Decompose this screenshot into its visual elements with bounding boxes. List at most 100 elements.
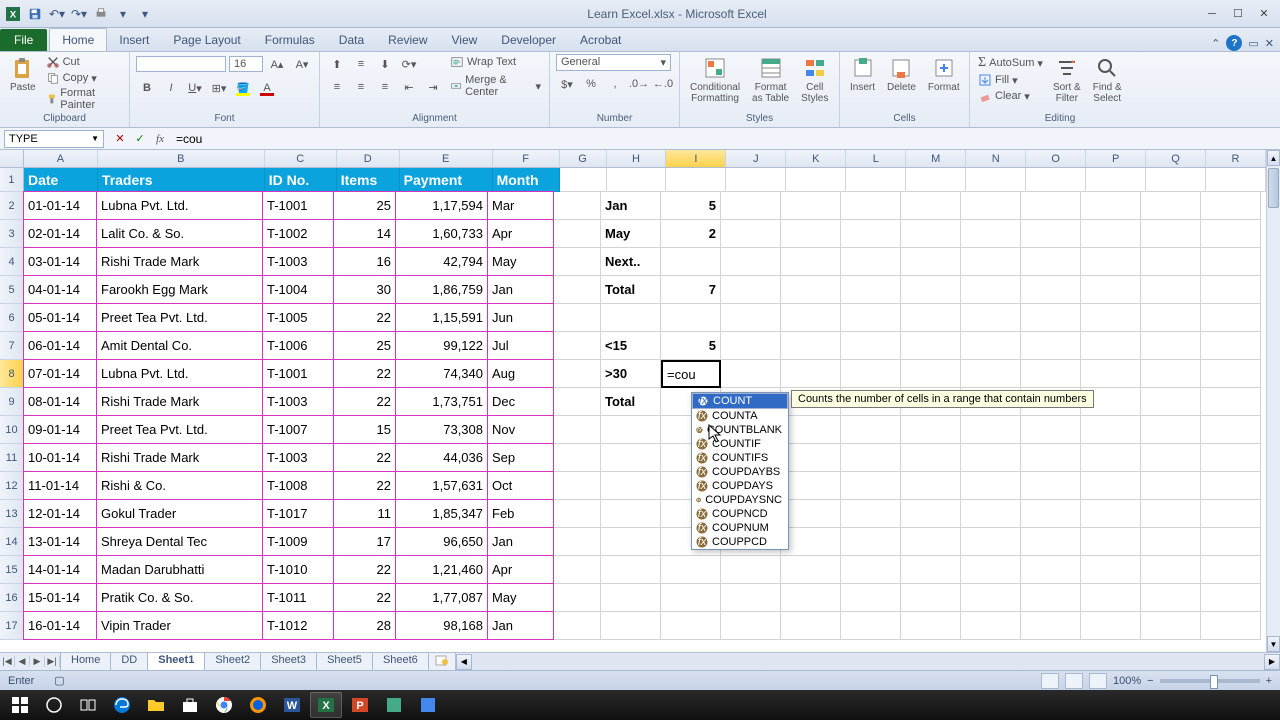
sheet-tab[interactable]: Sheet3 — [260, 653, 317, 671]
data-cell[interactable]: T-1001 — [262, 191, 334, 220]
cell[interactable] — [781, 192, 841, 220]
autocomplete-item[interactable]: fxCOUNTIF — [692, 437, 788, 451]
cell[interactable] — [781, 472, 841, 500]
column-header-E[interactable]: E — [400, 150, 493, 167]
delete-cells-button[interactable]: Delete — [883, 54, 920, 95]
cell[interactable] — [1201, 444, 1261, 472]
cell[interactable] — [1021, 276, 1081, 304]
row-header[interactable]: 17 — [0, 612, 24, 640]
wrap-text-button[interactable]: Wrap Text — [448, 54, 543, 70]
worksheet-grid[interactable]: ABCDEFGHIJKLMNOPQR 1DateTradersID No.Ite… — [0, 150, 1280, 652]
cell[interactable] — [554, 528, 601, 556]
store-icon[interactable] — [174, 692, 206, 718]
cell[interactable] — [781, 444, 841, 472]
data-cell[interactable]: 25 — [333, 191, 396, 220]
data-cell[interactable]: T-1003 — [262, 247, 334, 276]
row-header[interactable]: 1 — [0, 168, 24, 192]
cell[interactable] — [1081, 332, 1141, 360]
clear-button[interactable]: Clear ▾ — [976, 88, 1045, 104]
cell[interactable] — [1141, 388, 1201, 416]
cell[interactable] — [841, 332, 901, 360]
cell[interactable] — [786, 168, 846, 192]
cell[interactable] — [1086, 168, 1146, 192]
cell[interactable] — [1141, 556, 1201, 584]
row-header[interactable]: 12 — [0, 472, 24, 500]
data-cell[interactable]: Shreya Dental Tec — [96, 527, 263, 556]
cell[interactable] — [1201, 500, 1261, 528]
cell[interactable] — [1201, 360, 1261, 388]
cell[interactable] — [966, 168, 1026, 192]
cell[interactable] — [1201, 556, 1261, 584]
cell[interactable] — [1021, 584, 1081, 612]
cell[interactable] — [961, 528, 1021, 556]
normal-view-button[interactable] — [1041, 673, 1059, 689]
data-cell[interactable]: T-1017 — [262, 499, 334, 528]
data-cell[interactable]: 1,60,733 — [395, 219, 488, 248]
undo-icon[interactable]: ↶▾ — [48, 5, 66, 23]
row-header[interactable]: 15 — [0, 556, 24, 584]
cell[interactable] — [721, 360, 781, 388]
cell[interactable] — [721, 220, 781, 248]
row-header[interactable]: 6 — [0, 304, 24, 332]
app-icon-2[interactable] — [412, 692, 444, 718]
cell[interactable] — [1081, 556, 1141, 584]
cancel-formula-icon[interactable]: ✕ — [112, 131, 128, 147]
cell[interactable] — [661, 556, 721, 584]
cell[interactable] — [721, 304, 781, 332]
cell[interactable] — [601, 444, 661, 472]
cell[interactable] — [721, 584, 781, 612]
column-header-R[interactable]: R — [1206, 150, 1266, 167]
autocomplete-item[interactable]: fxCOUPDAYS — [692, 479, 788, 493]
cell[interactable] — [901, 332, 961, 360]
column-header-G[interactable]: G — [560, 150, 607, 167]
autosum-button[interactable]: ΣAutoSum ▾ — [976, 54, 1045, 72]
table-header[interactable]: Items — [337, 168, 400, 192]
data-cell[interactable]: 1,15,591 — [395, 303, 488, 332]
merge-center-button[interactable]: Merge & Center ▾ — [448, 73, 543, 99]
cell[interactable] — [961, 360, 1021, 388]
decrease-indent-icon[interactable]: ⇤ — [398, 77, 420, 97]
review-tab[interactable]: Review — [376, 29, 439, 51]
data-cell[interactable]: May — [487, 583, 554, 612]
row-header[interactable]: 11 — [0, 444, 24, 472]
data-cell[interactable]: 05-01-14 — [23, 303, 97, 332]
data-cell[interactable]: 1,85,347 — [395, 499, 488, 528]
data-cell[interactable]: Jan — [487, 527, 554, 556]
data-cell[interactable]: Oct — [487, 471, 554, 500]
data-cell[interactable]: Rishi & Co. — [96, 471, 263, 500]
data-cell[interactable]: Lalit Co. & So. — [96, 219, 263, 248]
data-cell[interactable]: 22 — [333, 387, 396, 416]
cell[interactable] — [901, 192, 961, 220]
cell[interactable] — [554, 332, 601, 360]
cell[interactable] — [554, 304, 601, 332]
cell[interactable] — [1141, 416, 1201, 444]
data-cell[interactable]: 17 — [333, 527, 396, 556]
data-cell[interactable]: 13-01-14 — [23, 527, 97, 556]
cell[interactable] — [781, 612, 841, 640]
cell[interactable] — [1081, 528, 1141, 556]
cell[interactable] — [901, 276, 961, 304]
data-cell[interactable]: 22 — [333, 471, 396, 500]
cell[interactable] — [1021, 416, 1081, 444]
data-cell[interactable]: 22 — [333, 359, 396, 388]
cell[interactable] — [841, 500, 901, 528]
qat-customize-icon[interactable]: ▾ — [136, 5, 154, 23]
cell[interactable] — [554, 388, 601, 416]
side-label[interactable]: May — [601, 220, 661, 248]
cell[interactable] — [1081, 444, 1141, 472]
column-header-M[interactable]: M — [906, 150, 966, 167]
cell[interactable] — [781, 500, 841, 528]
increase-font-icon[interactable]: A▴ — [266, 54, 288, 74]
hscroll-left-button[interactable]: ◀ — [456, 654, 472, 670]
developer-tab[interactable]: Developer — [489, 29, 568, 51]
data-cell[interactable]: Vipin Trader — [96, 611, 263, 640]
data-cell[interactable]: 11-01-14 — [23, 471, 97, 500]
data-cell[interactable]: T-1003 — [262, 443, 334, 472]
side-value[interactable] — [661, 248, 721, 276]
cell[interactable] — [781, 332, 841, 360]
sheet-tab[interactable]: DD — [110, 653, 148, 671]
app-icon-1[interactable] — [378, 692, 410, 718]
font-color-button[interactable]: A — [256, 78, 278, 98]
data-cell[interactable]: 1,73,751 — [395, 387, 488, 416]
data-cell[interactable]: 04-01-14 — [23, 275, 97, 304]
